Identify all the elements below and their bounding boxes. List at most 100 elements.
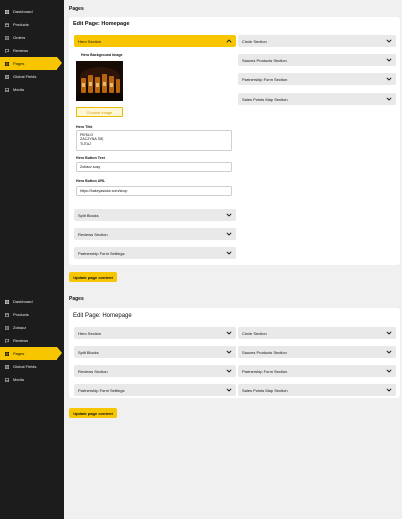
chevron-down-icon	[386, 331, 392, 335]
circle-section-accordion[interactable]: Circle Section	[238, 35, 396, 47]
accordion-label: Partnership Form Section	[242, 76, 288, 82]
media-icon	[5, 377, 9, 382]
sidebar-nav: Dashboard Products Orders Reviews Pages …	[0, 0, 64, 96]
input-value: Zobacz sosy	[80, 165, 101, 169]
media-icon	[5, 87, 9, 92]
chevron-down-icon	[226, 213, 232, 217]
accordion-label: Sales Points Map Section	[242, 96, 288, 102]
chevron-down-icon	[226, 369, 232, 373]
accordion-label: Sauces Products Section	[242, 57, 287, 63]
chevron-down-icon	[226, 232, 232, 236]
sales-points-map-section-accordion[interactable]: Sales Points Map Section	[238, 93, 396, 105]
sauces-products-section-accordion[interactable]: Sauces Products Section	[238, 346, 396, 358]
global-fields-icon	[5, 74, 9, 79]
sidebar-item-media[interactable]: Media	[0, 373, 64, 386]
sidebar-item-label: Orders	[13, 35, 26, 40]
sidebar-item-dashboard[interactable]: Dashboard	[0, 5, 64, 18]
sidebar-item-reviews[interactable]: Reviews	[0, 334, 64, 347]
circle-section-accordion[interactable]: Circle Section	[238, 327, 396, 339]
hero-button-text-input[interactable]: Zobacz sosy	[76, 162, 232, 172]
chevron-up-icon	[226, 39, 232, 43]
card-title: Edit Page: Homepage	[73, 313, 132, 319]
sidebar-item-products[interactable]: Products	[0, 18, 64, 31]
chevron-down-icon	[226, 350, 232, 354]
chevron-down-icon	[226, 331, 232, 335]
page-title: Pages	[69, 296, 84, 302]
accordion-label: Hero Section	[78, 38, 102, 44]
chevron-down-icon	[226, 388, 232, 392]
sidebar-item-pages[interactable]: Pages	[0, 347, 62, 360]
update-page-content-button[interactable]: Update page content	[69, 408, 117, 418]
sidebar-item-label: Global Fields	[13, 74, 37, 79]
hero-button-url-input[interactable]: https://hakeyasiuke.com/shop	[76, 186, 232, 196]
sidebar-item-label: Dashboard	[13, 9, 33, 14]
orders-icon	[5, 35, 9, 40]
sales-points-map-section-accordion[interactable]: Sales Points Map Section	[238, 384, 396, 396]
chevron-down-icon	[386, 369, 392, 373]
sidebar-item-orders[interactable]: Orders	[0, 31, 64, 44]
chevron-down-icon	[386, 350, 392, 354]
sidebar-item-label: Pages	[13, 351, 25, 356]
accordion-label: Sauces Products Section	[242, 349, 287, 355]
sidebar-item-label: Dashboard	[13, 299, 33, 304]
accordion-label: Reviews Section	[78, 231, 108, 237]
hero-title-label: Hero Title	[76, 125, 93, 129]
sidebar-item-global-fields[interactable]: Global Fields	[0, 360, 64, 373]
sidebar-item-label: Media	[13, 87, 24, 92]
sauce-bottles-image	[76, 61, 123, 101]
sidebar-item-orders[interactable]: Zobacz	[0, 321, 64, 334]
hero-title-textarea[interactable]: PIEKŁO ZACZYNA SIĘ TUTAJ	[76, 130, 232, 151]
hero-background-image	[76, 61, 123, 101]
sauces-products-section-accordion[interactable]: Sauces Products Section	[238, 54, 396, 66]
hero-section-accordion[interactable]: Hero Section	[74, 35, 236, 47]
chevron-down-icon	[386, 39, 392, 43]
reviews-section-accordion[interactable]: Reviews Section	[74, 228, 236, 240]
sidebar-item-label: Products	[13, 312, 29, 317]
partnership-form-section-accordion[interactable]: Partnership Form Section	[238, 365, 396, 377]
accordion-label: Reviews Section	[78, 368, 108, 374]
card-title: Edit Page: Homepage	[73, 21, 130, 27]
edit-page-card: Edit Page: Homepage Hero Section Hero Ba…	[69, 17, 400, 265]
accordion-label: Circle Section	[242, 38, 267, 44]
main-content: Pages Edit Page: Homepage Hero Section H…	[64, 0, 402, 290]
edit-page-card: Edit Page: Homepage Hero Section Split B…	[69, 308, 400, 398]
sidebar-item-dashboard[interactable]: Dashboard	[0, 295, 64, 308]
accordion-label: Circle Section	[242, 330, 267, 336]
reviews-icon	[5, 48, 9, 53]
sidebar-item-label: Global Fields	[13, 364, 37, 369]
accordion-label: Hero Section	[78, 330, 102, 336]
input-value: https://hakeyasiuke.com/shop	[80, 189, 128, 193]
reviews-section-accordion[interactable]: Reviews Section	[74, 365, 236, 377]
sidebar-item-media[interactable]: Media	[0, 83, 64, 96]
pages-icon	[5, 61, 9, 66]
accordion-label: Split Blocks	[78, 212, 99, 218]
hero-button-url-label: Hero Button URL	[76, 179, 106, 183]
partnership-form-section-accordion[interactable]: Partnership Form Section	[238, 73, 396, 85]
sidebar-item-label: Media	[13, 377, 24, 382]
sidebar-item-label: Products	[13, 22, 29, 27]
update-page-content-button[interactable]: Update page content	[69, 272, 117, 282]
accordion-label: Sales Points Map Section	[242, 387, 288, 393]
partnership-form-settings-accordion[interactable]: Partnership Form Settings	[74, 384, 236, 396]
sidebar-item-label: Pages	[13, 61, 25, 66]
sidebar-item-reviews[interactable]: Reviews	[0, 44, 64, 57]
accordion-label: Partnership Form Settings	[78, 387, 125, 393]
partnership-form-settings-accordion[interactable]: Partnership Form Settings	[74, 247, 236, 259]
accordion-label: Partnership Form Section	[242, 368, 288, 374]
hero-bg-image-label: Hero Background Image	[81, 53, 123, 57]
sidebar: Dashboard Products Orders Reviews Pages …	[0, 0, 64, 290]
accordion-label: Partnership Form Settings	[78, 250, 125, 256]
sidebar-item-global-fields[interactable]: Global Fields	[0, 70, 64, 83]
chevron-down-icon	[386, 97, 392, 101]
split-blocks-accordion[interactable]: Split Blocks	[74, 346, 236, 358]
hero-section-accordion[interactable]: Hero Section	[74, 327, 236, 339]
sidebar-item-pages[interactable]: Pages	[0, 57, 62, 70]
chevron-down-icon	[386, 388, 392, 392]
sidebar-item-products[interactable]: Products	[0, 308, 64, 321]
split-blocks-accordion[interactable]: Split Blocks	[74, 209, 236, 221]
dashboard-icon	[5, 9, 9, 14]
sidebar: Dashboard Products Zobacz Reviews Pages …	[0, 290, 64, 519]
products-icon	[5, 313, 9, 317]
choose-image-button[interactable]: Choose Image	[76, 107, 123, 117]
pages-icon	[5, 351, 9, 356]
